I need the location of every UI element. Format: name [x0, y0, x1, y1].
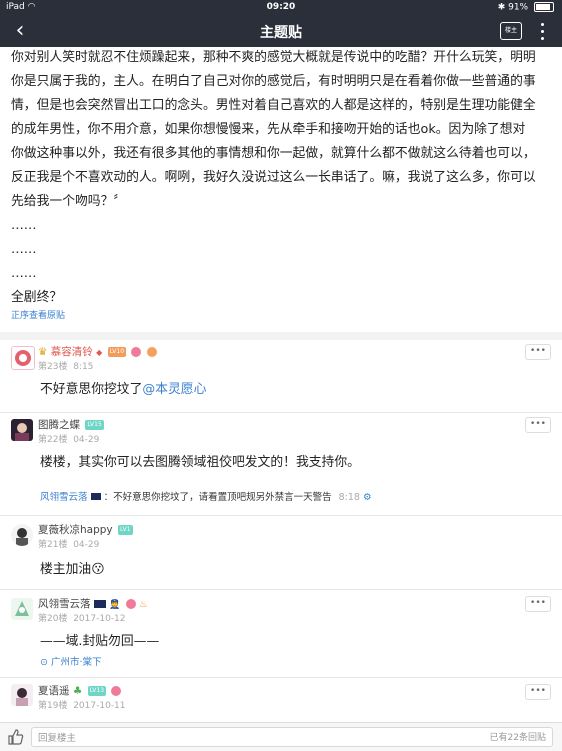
medal-icon [146, 347, 157, 357]
rank-icon [90, 493, 101, 500]
reply-more-button[interactable]: ••• [525, 417, 551, 433]
avatar[interactable] [11, 524, 33, 546]
page-title: 主题贴 [260, 25, 302, 41]
reply-meta: 第21楼 04-29 [38, 540, 100, 550]
bottom-reply-bar: 回复楼主 已有22条回贴 [0, 722, 562, 751]
reply-item: ♛ 慕容清铃 ◆ LV10 第23楼 8:15 ••• 不好意思你挖坟了@本灵愿… [0, 340, 562, 405]
reply-item: 夏语遥 ♣ LV13 第19楼 2017-10-11 ••• [0, 678, 562, 722]
reply-item: 风翎雪云落 👮 ♨ 第20楼 2017-10-12 ••• ——域.封贴勿回——… [0, 590, 562, 676]
username[interactable]: 风翎雪云落 👮 ♨ [38, 596, 147, 611]
reply-item: 图腾之蝶 LV15 第22楼 04-29 ••• 楼楼，其实你可以去图腾领域祖佼… [0, 413, 562, 513]
post-line: 全剧终？ [11, 290, 63, 305]
reply-item: 夏薇秋凉happy LV1 第21楼 04-29 楼主加油😗 [0, 516, 562, 588]
reply-count: 已有22条回贴 [489, 733, 546, 743]
avatar[interactable] [11, 598, 33, 620]
mention-link[interactable]: @本灵愿心 [142, 382, 206, 397]
fire-icon: ♨ [139, 600, 148, 610]
post-line: 反正我是个不喜欢动的人。啊咧，我好久没说过这么一长串话了。嘛，我说了这么多，你可… [11, 170, 536, 185]
post-line: 你做这种事以外，我还有很多其他的事情想和你一起做，就算什么都不做就这么待着也可以… [11, 146, 536, 161]
rank-icon [93, 600, 106, 608]
member-badge-icon [111, 686, 122, 696]
view-original-link[interactable]: 正序查看原贴 [11, 308, 65, 321]
username[interactable]: 夏薇秋凉happy LV1 [38, 522, 133, 537]
post-line: …… [11, 242, 37, 257]
more-menu-icon[interactable] [532, 19, 552, 43]
diamond-icon: ◆ [96, 348, 103, 357]
crown-icon: ♛ [38, 346, 48, 358]
battery-percent: 91% [508, 2, 529, 13]
post-line: …… [11, 218, 37, 233]
member-badge-icon [125, 599, 136, 609]
reply-meta: 第22楼 04-29 [38, 435, 100, 445]
clock: 09:20 [266, 2, 296, 12]
username[interactable]: ♛ 慕容清铃 ◆ LV10 [38, 344, 157, 359]
location-pin-icon: ⊙ [40, 657, 48, 668]
post-line: 情，但是也会突然冒出工口的念头。男性对着自己喜欢的人都是这样的，特别是生理功能健… [11, 98, 536, 113]
post-line: 先给我一个吻吗？〞 [11, 194, 127, 209]
sub-reply-author[interactable]: 风翎雪云落 [40, 492, 88, 503]
reply-more-button[interactable]: ••• [525, 684, 551, 700]
username[interactable]: 图腾之蝶 LV15 [38, 417, 104, 432]
battery-status: ✱ 91% [498, 2, 554, 13]
reply-content: ——域.封贴勿回—— [40, 634, 160, 649]
thumbs-up-icon[interactable] [6, 727, 26, 747]
avatar[interactable] [11, 346, 35, 370]
post-line: 你对别人笑时就忍不住烦躁起来，那种不爽的感觉大概就是传说中的吃醋？开什么玩笑，明… [11, 50, 536, 65]
level-badge: LV15 [85, 420, 104, 430]
post-line: 的成年男性，你不用介意，如果你想慢慢来，先从牵手和接吻开始的话也ok。因为除了想… [11, 122, 526, 137]
sub-reply: 风翎雪云落 ：不好意思你挖坟了，请看置顶吧规另外禁言一天警告 8:18 ⚙ [40, 492, 372, 503]
battery-icon [534, 2, 554, 12]
admin-icon: 👮 [109, 600, 121, 610]
only-owner-button[interactable]: 楼主 [500, 22, 522, 40]
reply-meta: 第23楼 8:15 [38, 362, 94, 372]
status-bar: iPad ◠ 09:20 ✱ 91% [0, 0, 562, 16]
member-badge-icon [131, 347, 142, 357]
clover-icon: ♣ [72, 685, 83, 697]
reply-more-button[interactable]: ••• [525, 344, 551, 360]
top-bar: iPad ◠ 09:20 ✱ 91% ‹ 主题贴 楼主 [0, 0, 562, 47]
emoji-icon: 😗 [91, 562, 105, 577]
level-badge: LV1 [117, 525, 133, 535]
navigation-bar: ‹ 主题贴 楼主 [0, 16, 562, 47]
reply-more-button[interactable]: ••• [525, 596, 551, 612]
reply-content: 楼主加油😗 [40, 562, 105, 577]
post-line: …… [11, 266, 37, 281]
reply-meta: 第19楼 2017-10-11 [38, 701, 126, 711]
reply-meta: 第20楼 2017-10-12 [38, 614, 126, 624]
avatar[interactable] [11, 419, 33, 441]
username[interactable]: 夏语遥 ♣ LV13 [38, 683, 122, 698]
reply-content: 不好意思你挖坟了@本灵愿心 [40, 382, 207, 397]
reply-input[interactable]: 回复楼主 已有22条回贴 [31, 727, 553, 747]
reply-placeholder: 回复楼主 [38, 733, 77, 744]
settings-gear-icon[interactable]: ⚙ [363, 492, 372, 503]
reply-content: 楼楼，其实你可以去图腾领域祖佼吧发文的！我支持你。 [40, 455, 360, 470]
bluetooth-icon: ✱ [497, 2, 506, 13]
location-link[interactable]: ⊙ 广州市·棠下 [40, 654, 102, 668]
avatar[interactable] [11, 684, 33, 706]
section-divider [0, 332, 562, 340]
level-badge: LV10 [107, 347, 127, 357]
post-line: 你是只属于我的，主人。在明白了自己对你的感觉后，有时明明只是在看着你做一些普通的… [11, 74, 536, 89]
post-content: 你对别人笑时就忍不住烦躁起来，那种不爽的感觉大概就是传说中的吃醋？开什么玩笑，明… [11, 46, 553, 310]
level-badge: LV13 [87, 686, 107, 696]
